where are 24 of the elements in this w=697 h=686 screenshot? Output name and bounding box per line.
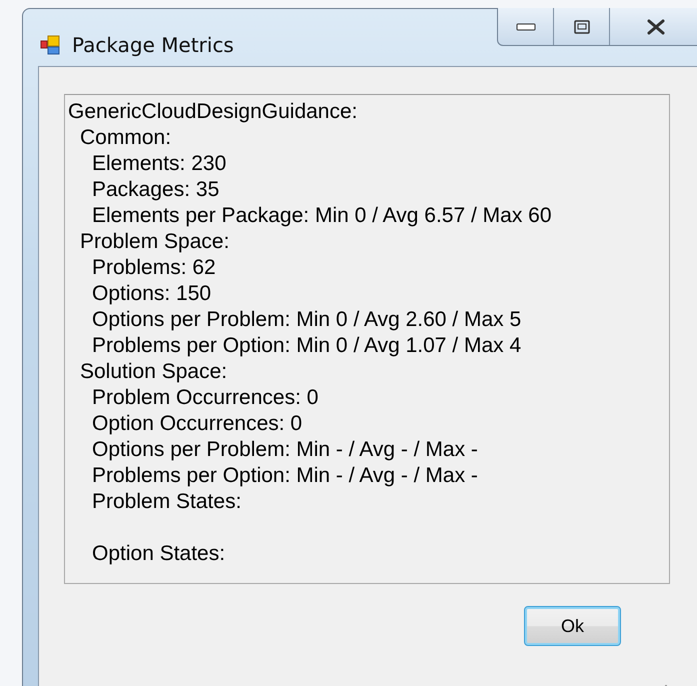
minimize-icon (516, 22, 536, 30)
report-line: Problems: 62 (91, 255, 216, 281)
report-line: Elements: 230 (91, 151, 226, 177)
report-line: Elements per Package: Min 0 / Avg 6.57 / Max 60 (91, 203, 552, 229)
report-line: Option States: (91, 541, 226, 567)
close-icon (646, 18, 666, 34)
report-text-box[interactable] (64, 94, 670, 584)
report-line: Packages: 35 (91, 177, 220, 203)
report-line: Problem Occurrences: 0 (91, 385, 318, 411)
report-line: Problem Space: (79, 229, 230, 255)
report-line: Solution Space: (79, 359, 228, 385)
ok-button[interactable]: Ok (524, 606, 621, 646)
report-line: Options per Problem: Min - / Avg - / Max - (91, 437, 478, 463)
report-line: Problems per Option: Min 0 / Avg 1.07 / Max 4 (91, 333, 522, 359)
report-line: Options: 150 (91, 281, 212, 307)
report-line: Problem States: (91, 489, 242, 515)
maximize-icon (574, 20, 590, 34)
window-title: Package Metrics (72, 33, 234, 57)
report-line: Option Occurrences: 0 (91, 411, 302, 437)
report-line: GenericCloudDesignGuidance: (68, 99, 358, 125)
report-line: Options per Problem: Min 0 / Avg 2.60 / Max 5 (91, 307, 522, 333)
app-icon (40, 34, 62, 56)
report-line: Problems per Option: Min - / Avg - / Max - (91, 463, 478, 489)
report-line: Common: (79, 125, 172, 151)
